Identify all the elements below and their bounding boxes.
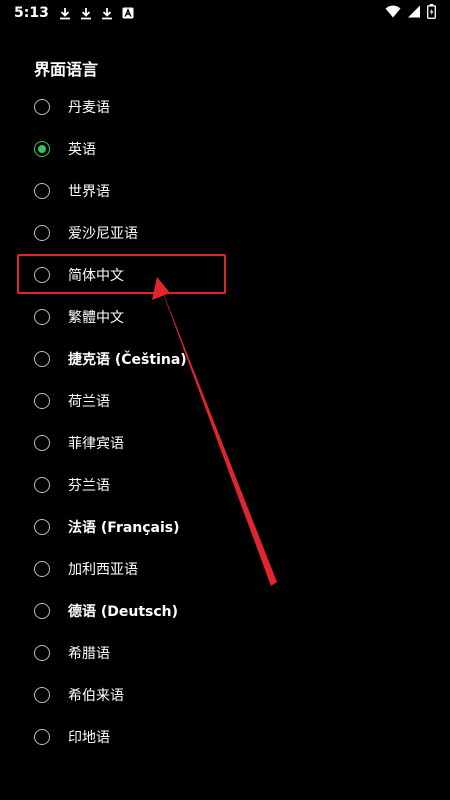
- language-option-label: 繁體中文: [68, 310, 124, 326]
- radio-unselected-icon[interactable]: [34, 519, 50, 535]
- language-option[interactable]: 芬兰语: [0, 464, 450, 506]
- radio-unselected-icon[interactable]: [34, 99, 50, 115]
- language-option-label: 爱沙尼亚语: [68, 226, 138, 242]
- download-icon: [80, 7, 92, 20]
- language-option-label: 捷克语 (Čeština): [68, 352, 187, 368]
- language-option[interactable]: 丹麦语: [0, 86, 450, 128]
- radio-unselected-icon[interactable]: [34, 351, 50, 367]
- radio-unselected-icon[interactable]: [34, 645, 50, 661]
- language-option[interactable]: 印地语: [0, 716, 450, 758]
- language-list: 丹麦语 英语 世界语 爱沙尼亚语 简体中文 繁體中文 捷克语 (Čeština) 荷兰语 菲律宾…: [0, 86, 450, 758]
- radio-unselected-icon[interactable]: [34, 477, 50, 493]
- language-option-label: 加利西亚语: [68, 562, 138, 578]
- radio-unselected-icon[interactable]: [34, 729, 50, 745]
- language-option-label: 菲律宾语: [68, 436, 124, 452]
- annotation-highlight-box: [17, 254, 226, 294]
- language-option[interactable]: 英语: [0, 128, 450, 170]
- language-option[interactable]: 繁體中文: [0, 296, 450, 338]
- language-option[interactable]: 荷兰语: [0, 380, 450, 422]
- radio-unselected-icon[interactable]: [34, 393, 50, 409]
- radio-selected-icon[interactable]: [34, 141, 50, 157]
- language-option[interactable]: 菲律宾语: [0, 422, 450, 464]
- page-title: 界面语言: [34, 60, 99, 79]
- download-icon: [59, 7, 71, 20]
- language-option[interactable]: 世界语: [0, 170, 450, 212]
- language-option[interactable]: 希腊语: [0, 632, 450, 674]
- language-option-label: 丹麦语: [68, 100, 110, 116]
- language-option-label: 世界语: [68, 184, 110, 200]
- radio-unselected-icon[interactable]: [34, 309, 50, 325]
- language-option-label: 希伯来语: [68, 688, 124, 704]
- language-option[interactable]: 爱沙尼亚语: [0, 212, 450, 254]
- language-option-label: 英语: [68, 142, 96, 158]
- radio-unselected-icon[interactable]: [34, 435, 50, 451]
- language-option-label: 法语 (Français): [68, 520, 180, 536]
- language-option[interactable]: 希伯来语: [0, 674, 450, 716]
- bottom-fade: [0, 778, 450, 800]
- language-option[interactable]: 捷克语 (Čeština): [0, 338, 450, 380]
- radio-unselected-icon[interactable]: [34, 225, 50, 241]
- radio-unselected-icon[interactable]: [34, 687, 50, 703]
- wifi-icon: [385, 5, 401, 22]
- language-option-label: 印地语: [68, 730, 110, 746]
- language-option[interactable]: 加利西亚语: [0, 548, 450, 590]
- radio-unselected-icon[interactable]: [34, 603, 50, 619]
- radio-unselected-icon[interactable]: [34, 561, 50, 577]
- language-option[interactable]: 法语 (Français): [0, 506, 450, 548]
- language-option[interactable]: 德语 (Deutsch): [0, 590, 450, 632]
- language-option-label: 德语 (Deutsch): [68, 604, 179, 620]
- download-icon: [101, 7, 113, 20]
- language-option-label: 芬兰语: [68, 478, 110, 494]
- signal-icon: [407, 5, 421, 22]
- a-icon: [122, 7, 134, 19]
- language-option-label: 荷兰语: [68, 394, 110, 410]
- radio-unselected-icon[interactable]: [34, 183, 50, 199]
- status-time: 5:13: [14, 5, 49, 21]
- battery-icon: [427, 3, 436, 23]
- status-bar: 5:13: [0, 0, 450, 26]
- language-option-label: 希腊语: [68, 646, 110, 662]
